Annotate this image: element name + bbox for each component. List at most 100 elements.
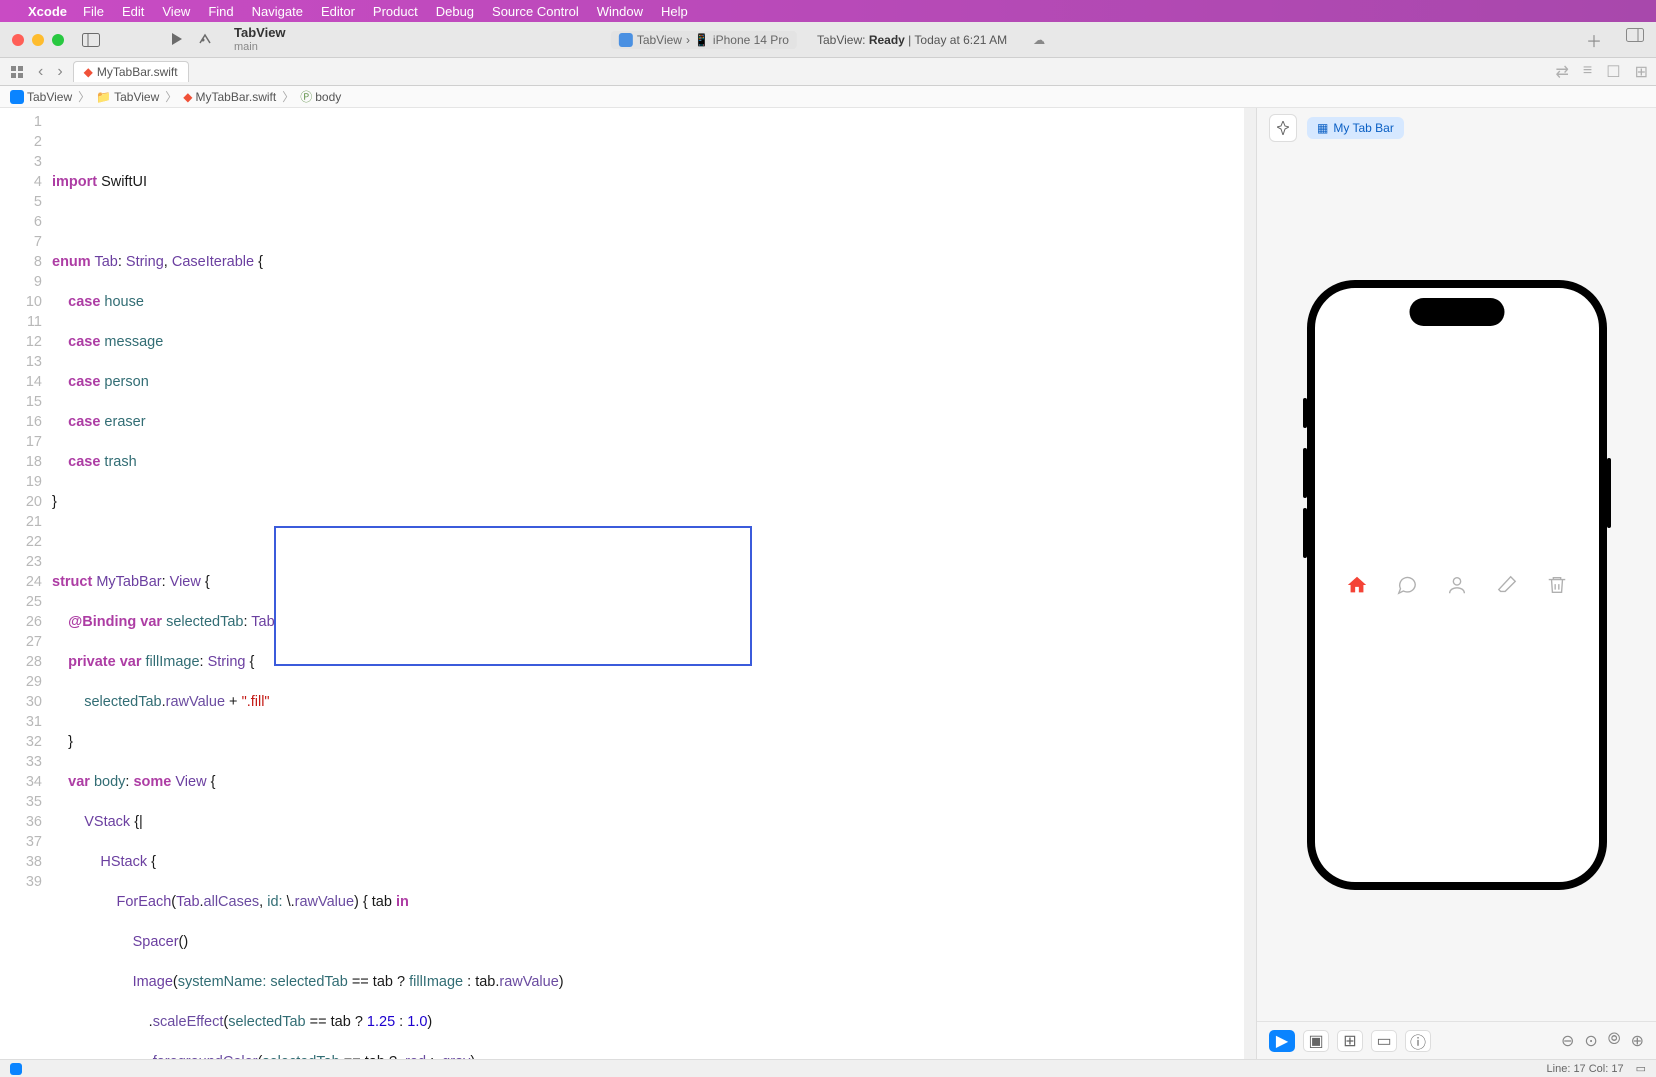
status-bar: Line: 17 Col: 17 ▭ — [0, 1059, 1656, 1077]
add-tab-icon[interactable]: ＋ — [1586, 28, 1602, 52]
preview-badge[interactable]: ▦ My Tab Bar — [1307, 117, 1404, 139]
system-menubar: Xcode File Edit View Find Navigate Edito… — [0, 0, 1656, 22]
preview-canvas[interactable] — [1257, 148, 1656, 1021]
folder-icon: 📁 — [96, 90, 111, 104]
swift-file-icon: ◆ — [183, 90, 192, 104]
run-button[interactable] — [170, 32, 184, 46]
editor-tab-bar-right: ⇄ ≡ ☐ ⊞ — [1556, 62, 1649, 82]
crumb-symbol[interactable]: Ⓟbody — [300, 88, 341, 105]
tab-house-icon[interactable] — [1346, 574, 1368, 596]
zoom-actual-icon[interactable]: ⦾ — [1608, 1031, 1621, 1051]
preview-badge-label: My Tab Bar — [1333, 121, 1393, 135]
zoom-in-icon[interactable]: ⊕ — [1631, 1031, 1644, 1051]
refresh-icon[interactable]: ⇄ — [1556, 62, 1569, 82]
go-back-icon[interactable]: ‹ — [34, 63, 47, 81]
status-prefix: TabView: — [817, 33, 865, 47]
scheme-selector[interactable]: TabView main — [234, 26, 286, 52]
menu-editor[interactable]: Editor — [321, 4, 355, 19]
toggle-library-icon[interactable] — [1626, 28, 1644, 52]
main-split: 1234567891011121314151617181920212223242… — [0, 108, 1656, 1059]
zoom-fit-icon[interactable]: ⊙ — [1584, 1031, 1597, 1051]
current-line-highlight — [52, 432, 1256, 452]
variants-button[interactable]: ⊞ — [1337, 1030, 1363, 1052]
branch-name: main — [234, 41, 286, 53]
scheme-name: TabView — [234, 26, 286, 40]
crumb-label: TabView — [114, 90, 159, 104]
preview-footer-right: ⊖ ⊙ ⦾ ⊕ — [1561, 1031, 1644, 1051]
line-gutter: 1234567891011121314151617181920212223242… — [0, 108, 52, 1059]
code-review-icon[interactable]: ☐ — [1606, 62, 1620, 82]
device-label: iPhone 14 Pro — [713, 33, 789, 47]
crumb-label: TabView — [27, 90, 72, 104]
menubar-app-name[interactable]: Xcode — [28, 4, 67, 19]
swift-file-icon: ◆ — [84, 65, 93, 79]
close-window-icon[interactable] — [12, 34, 24, 46]
iphone-notch — [1409, 298, 1504, 326]
window-toolbar: TabView main TabView › 📱 iPhone 14 Pro T… — [0, 22, 1656, 58]
tab-person-icon[interactable] — [1446, 574, 1468, 596]
status-state: Ready — [869, 33, 905, 47]
traffic-lights — [0, 34, 64, 46]
volume-down — [1303, 508, 1307, 558]
preview-header: ▦ My Tab Bar — [1257, 108, 1656, 148]
menu-find[interactable]: Find — [208, 4, 233, 19]
crumb-sep: 〉 — [165, 88, 177, 105]
silent-switch — [1303, 398, 1307, 428]
scheme-options-icon[interactable] — [198, 32, 212, 46]
tab-eraser-icon[interactable] — [1496, 574, 1518, 596]
power-button — [1607, 458, 1611, 528]
target-scheme-label: TabView — [637, 33, 682, 47]
bottom-panel-icon[interactable]: ▭ — [1636, 1062, 1646, 1075]
volume-up — [1303, 448, 1307, 498]
crumb-project[interactable]: TabView — [10, 90, 72, 104]
preview-info-button[interactable]: ⓘ — [1405, 1030, 1431, 1052]
cloud-status-icon[interactable]: ☁︎ — [1033, 33, 1045, 47]
property-icon: Ⓟ — [300, 88, 312, 105]
toolbar-right: ＋ — [1586, 28, 1644, 52]
file-tab[interactable]: ◆ MyTabBar.swift — [73, 61, 189, 82]
go-forward-icon[interactable]: › — [53, 63, 66, 81]
add-editor-icon[interactable]: ⊞ — [1635, 62, 1648, 82]
device-settings-button[interactable]: ▭ — [1371, 1030, 1397, 1052]
tab-trash-icon[interactable] — [1546, 574, 1568, 596]
source-editor[interactable]: 1234567891011121314151617181920212223242… — [0, 108, 1256, 1059]
menu-debug[interactable]: Debug — [436, 4, 474, 19]
menu-product[interactable]: Product — [373, 4, 418, 19]
cursor-position: Line: 17 Col: 17 — [1547, 1063, 1624, 1075]
app-icon-small — [619, 33, 633, 47]
live-preview-button[interactable]: ▶ — [1269, 1030, 1295, 1052]
phone-content — [1315, 288, 1599, 882]
selectable-button[interactable]: ▣ — [1303, 1030, 1329, 1052]
run-controls: TabView main — [170, 26, 286, 52]
zoom-out-icon[interactable]: ⊖ — [1561, 1031, 1574, 1051]
status-time: Today at 6:21 AM — [914, 33, 1007, 47]
crumb-sep: 〉 — [282, 88, 294, 105]
file-tab-label: MyTabBar.swift — [97, 65, 178, 79]
build-status: TabView: Ready | Today at 6:21 AM — [817, 33, 1007, 47]
project-icon — [10, 90, 24, 104]
menu-edit[interactable]: Edit — [122, 4, 144, 19]
zoom-window-icon[interactable] — [52, 34, 64, 46]
menu-view[interactable]: View — [162, 4, 190, 19]
menu-navigate[interactable]: Navigate — [252, 4, 303, 19]
menu-file[interactable]: File — [83, 4, 104, 19]
iphone-frame — [1307, 280, 1607, 890]
adjust-editor-icon[interactable]: ≡ — [1583, 62, 1592, 82]
crumb-file[interactable]: ◆ MyTabBar.swift — [183, 90, 276, 104]
related-items-icon[interactable] — [6, 65, 28, 79]
tab-bar-preview — [1346, 574, 1568, 596]
code-content[interactable]: import SwiftUI enum Tab: String, CaseIte… — [52, 108, 1256, 1059]
tab-message-icon[interactable] — [1396, 574, 1418, 596]
target-scheme-pill[interactable]: TabView › 📱 iPhone 14 Pro — [611, 31, 797, 49]
crumb-folder[interactable]: 📁TabView — [96, 90, 159, 104]
toggle-navigator-icon[interactable] — [82, 33, 100, 47]
chevron-right-icon: › — [686, 33, 690, 47]
debug-status-icon[interactable] — [10, 1063, 22, 1075]
menu-source-control[interactable]: Source Control — [492, 4, 579, 19]
jump-bar[interactable]: TabView 〉 📁TabView 〉 ◆MyTabBar.swift 〉 Ⓟ… — [0, 86, 1656, 108]
menu-help[interactable]: Help — [661, 4, 688, 19]
minimize-window-icon[interactable] — [32, 34, 44, 46]
crumb-label: MyTabBar.swift — [196, 90, 277, 104]
pin-preview-button[interactable] — [1269, 114, 1297, 142]
menu-window[interactable]: Window — [597, 4, 643, 19]
